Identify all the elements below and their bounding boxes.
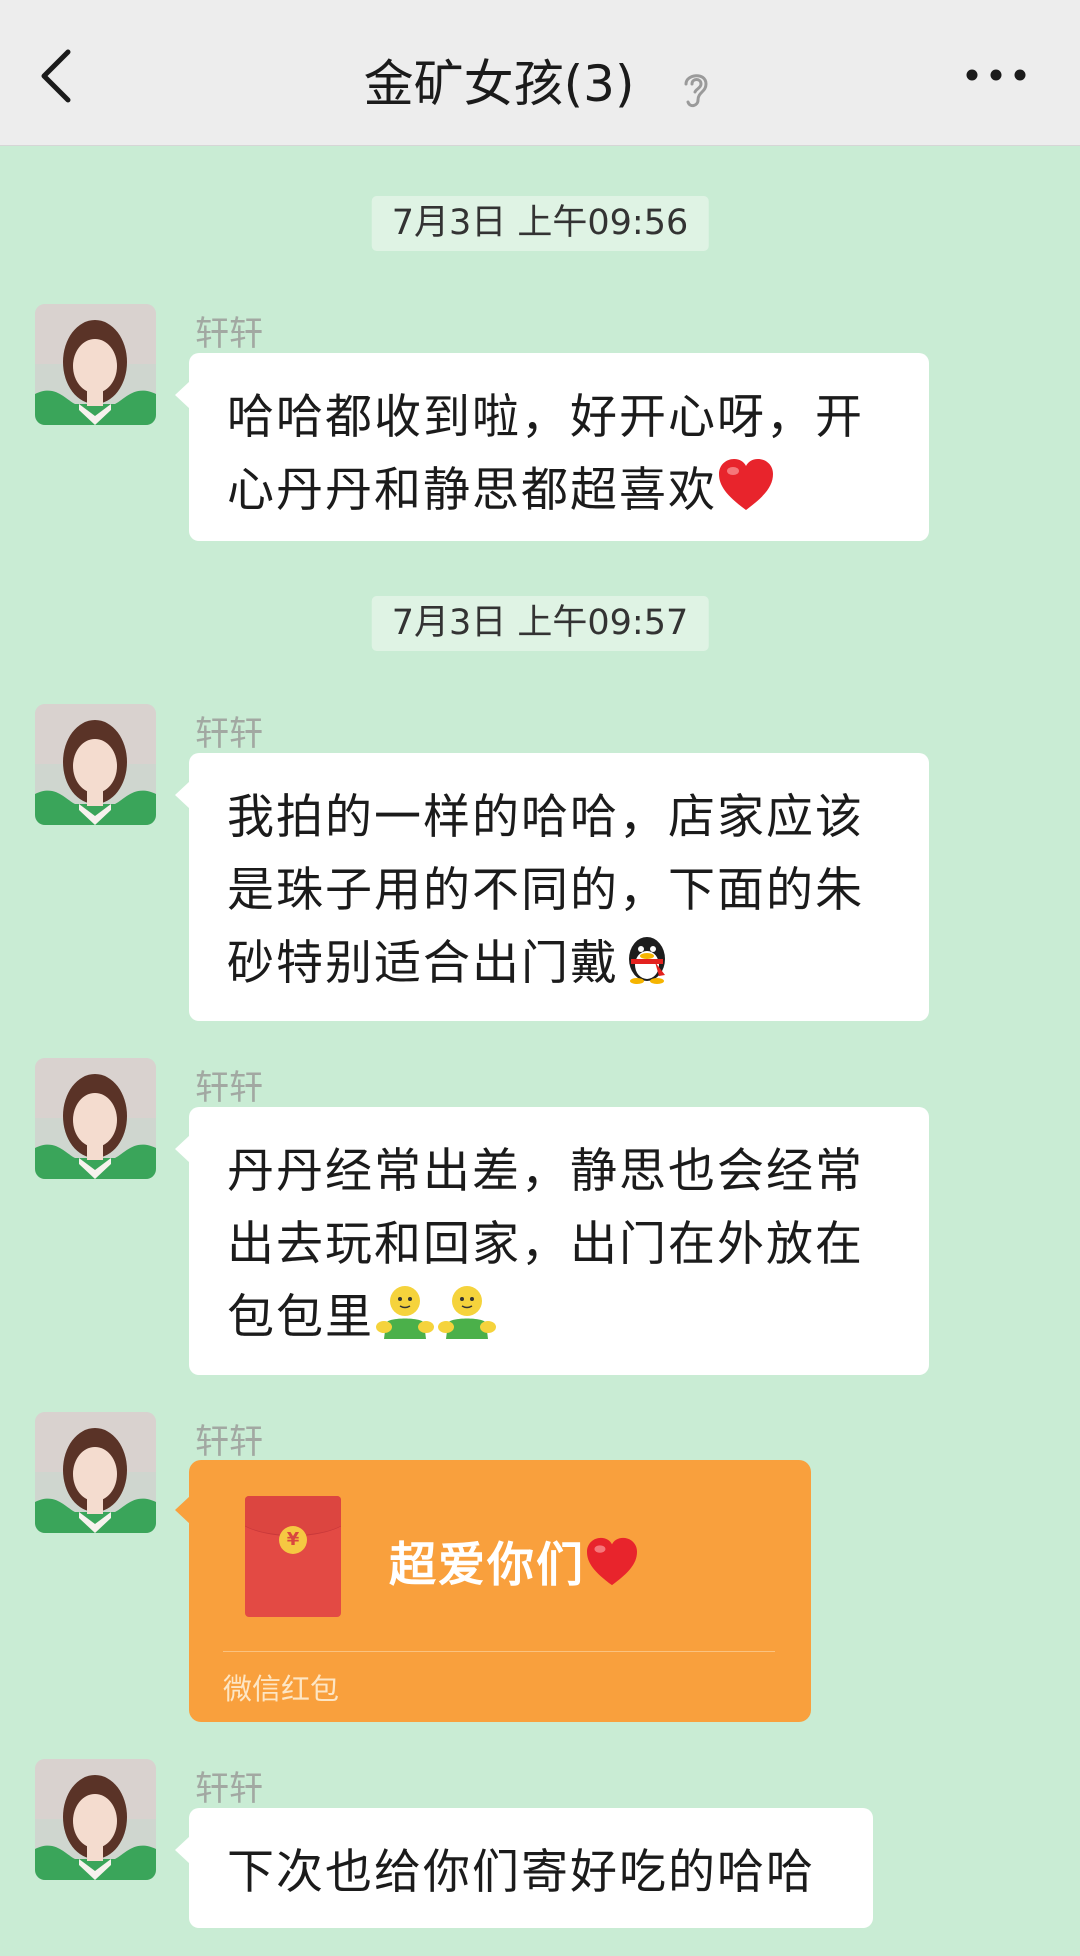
avatar-image bbox=[35, 704, 156, 825]
red-packet-title: 超爱你们 bbox=[389, 1526, 639, 1599]
avatar[interactable] bbox=[35, 1759, 156, 1880]
avatar[interactable] bbox=[35, 704, 156, 825]
sender-name: 轩轩 bbox=[195, 714, 263, 754]
message-bubble[interactable]: 哈哈都收到啦，好开心呀，开心丹丹和静思都超喜欢 bbox=[175, 353, 929, 541]
chat-header: 金矿女孩(3) bbox=[0, 0, 1080, 146]
hug-emoji-icon bbox=[436, 1283, 498, 1360]
red-packet-card[interactable]: ¥ 超爱你们 微信红包 bbox=[175, 1460, 811, 1722]
message-text: 我拍的一样的哈哈，店家应该是珠子用的不同的，下面的朱砂特别适合出门戴 bbox=[227, 790, 864, 991]
timestamp: 7月3日 上午09:56 bbox=[371, 196, 709, 251]
hug-emoji-icon bbox=[374, 1283, 436, 1360]
message-bubble[interactable]: 我拍的一样的哈哈，店家应该是珠子用的不同的，下面的朱砂特别适合出门戴 bbox=[175, 753, 929, 1021]
avatar[interactable] bbox=[35, 1058, 156, 1179]
sender-name: 轩轩 bbox=[195, 1422, 263, 1462]
message-bubble[interactable]: 下次也给你们寄好吃的哈哈 bbox=[175, 1808, 873, 1928]
avatar-image bbox=[35, 1759, 156, 1880]
heart-emoji-icon bbox=[717, 458, 775, 533]
message-text: 丹丹经常出差，静思也会经常出去玩和回家，出门在外放在包包里 bbox=[227, 1144, 864, 1345]
avatar-image bbox=[35, 1412, 156, 1533]
ear-icon bbox=[684, 73, 708, 107]
more-button[interactable] bbox=[952, 50, 1052, 100]
sender-name: 轩轩 bbox=[195, 1068, 263, 1108]
red-packet-caption: 微信红包 bbox=[223, 1672, 340, 1706]
sender-name: 轩轩 bbox=[195, 314, 263, 354]
message-text: 下次也给你们寄好吃的哈哈 bbox=[227, 1845, 815, 1900]
avatar[interactable] bbox=[35, 1412, 156, 1533]
sender-name: 轩轩 bbox=[195, 1769, 263, 1809]
chat-title: 金矿女孩(3) bbox=[363, 55, 635, 113]
avatar-image bbox=[35, 1058, 156, 1179]
ellipsis-icon bbox=[966, 69, 1026, 81]
avatar[interactable] bbox=[35, 304, 156, 425]
penguin-emoji-icon bbox=[619, 929, 675, 1006]
message-bubble[interactable]: 丹丹经常出差，静思也会经常出去玩和回家，出门在外放在包包里 bbox=[175, 1107, 929, 1375]
divider bbox=[223, 1651, 775, 1652]
timestamp: 7月3日 上午09:57 bbox=[371, 596, 709, 651]
avatar-image bbox=[35, 304, 156, 425]
heart-emoji-icon bbox=[585, 1537, 639, 1599]
red-envelope-icon: ¥ bbox=[245, 1496, 341, 1617]
